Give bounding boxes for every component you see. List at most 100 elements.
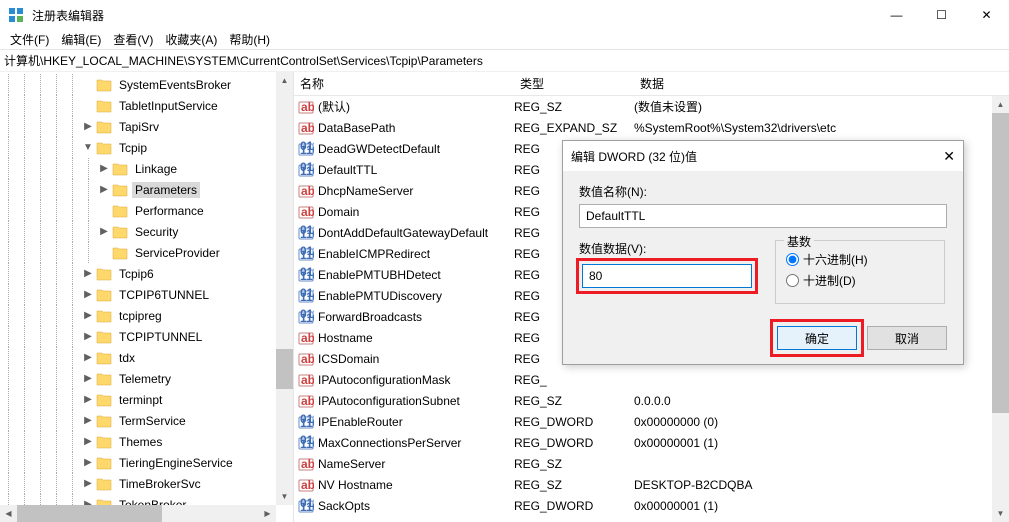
dialog-title: 编辑 DWORD (32 位)值 — [571, 148, 915, 165]
tree-label: Security — [132, 224, 181, 240]
value-data: (数值未设置) — [634, 98, 1009, 115]
tree-item[interactable]: ▶TieringEngineService — [0, 452, 293, 473]
svg-text:110: 110 — [300, 416, 314, 430]
tree-item[interactable]: ▶TapiSrv — [0, 116, 293, 137]
expand-icon[interactable]: ▶ — [80, 455, 96, 471]
tree-item[interactable]: TabletInputService — [0, 95, 293, 116]
expand-icon[interactable]: ▶ — [80, 266, 96, 282]
col-name[interactable]: 名称 — [294, 75, 514, 92]
svg-text:ab: ab — [301, 184, 314, 198]
tree-item[interactable]: ▶TCPIPTUNNEL — [0, 326, 293, 347]
tree-hscrollbar[interactable]: ◀ ▶ — [0, 505, 276, 522]
value-name: IPAutoconfigurationSubnet — [318, 394, 514, 408]
expand-icon[interactable]: ▶ — [80, 119, 96, 135]
scroll-down-icon[interactable]: ▼ — [276, 488, 293, 505]
value-name: ICSDomain — [318, 352, 514, 366]
col-type[interactable]: 类型 — [514, 75, 634, 92]
tree-label: Performance — [132, 203, 207, 219]
menu-item[interactable]: 查看(V) — [107, 29, 159, 50]
list-row[interactable]: ab(默认)REG_SZ(数值未设置) — [294, 96, 1009, 117]
tree-item[interactable]: ▶ tdx — [0, 347, 293, 368]
expand-icon[interactable]: ▶ — [80, 329, 96, 345]
tree-label: tdx — [116, 350, 138, 366]
tree-item[interactable]: ▶tcpipreg — [0, 305, 293, 326]
minimize-button[interactable]: — — [874, 0, 919, 30]
scroll-down-icon[interactable]: ▼ — [992, 505, 1009, 522]
tree-item[interactable]: ▶Tcpip6 — [0, 263, 293, 284]
expand-icon[interactable]: ▶ — [80, 434, 96, 450]
tree-item[interactable]: ▶Themes — [0, 431, 293, 452]
list-vscrollbar[interactable]: ▲ ▼ — [992, 96, 1009, 522]
tree-item[interactable]: ▶Telemetry — [0, 368, 293, 389]
list-row[interactable]: 011110IPEnableRouterREG_DWORD0x00000000 … — [294, 411, 1009, 432]
close-button[interactable]: ✕ — [964, 0, 1009, 30]
window-title: 注册表编辑器 — [32, 7, 874, 24]
scroll-up-icon[interactable]: ▲ — [276, 72, 293, 89]
tree-label: TermService — [116, 413, 189, 429]
tree-item[interactable]: SystemEventsBroker — [0, 74, 293, 95]
value-name-field[interactable] — [579, 204, 947, 228]
list-row[interactable]: abNameServerREG_SZ — [294, 453, 1009, 474]
svg-text:ab: ab — [301, 205, 314, 219]
list-row[interactable]: abDataBasePathREG_EXPAND_SZ%SystemRoot%\… — [294, 117, 1009, 138]
tree-label: SystemEventsBroker — [116, 77, 234, 93]
expand-icon[interactable]: ▶ — [80, 371, 96, 387]
svg-text:110: 110 — [300, 248, 314, 262]
maximize-button[interactable]: ☐ — [919, 0, 964, 30]
value-data: 0.0.0.0 — [634, 394, 1009, 408]
tree-label: TabletInputService — [116, 98, 221, 114]
dialog-titlebar[interactable]: 编辑 DWORD (32 位)值 ✕ — [563, 141, 963, 171]
svg-text:110: 110 — [300, 227, 314, 241]
menu-item[interactable]: 收藏夹(A) — [159, 29, 223, 50]
tree-item[interactable]: ▶Linkage — [0, 158, 293, 179]
expand-icon[interactable]: ▶ — [80, 308, 96, 324]
tree-item[interactable]: ▶TCPIP6TUNNEL — [0, 284, 293, 305]
menu-item[interactable]: 帮助(H) — [223, 29, 276, 50]
scroll-right-icon[interactable]: ▶ — [259, 505, 276, 522]
addressbar[interactable]: 计算机\HKEY_LOCAL_MACHINE\SYSTEM\CurrentCon… — [0, 50, 1009, 72]
tree-item[interactable]: ▶ Security — [0, 221, 293, 242]
value-name: MaxConnectionsPerServer — [318, 436, 514, 450]
collapse-icon[interactable]: ▼ — [80, 140, 96, 156]
menu-item[interactable]: 编辑(E) — [55, 29, 107, 50]
tree-item[interactable]: ▼ Tcpip — [0, 137, 293, 158]
dialog-close-icon[interactable]: ✕ — [915, 148, 955, 165]
cancel-button[interactable]: 取消 — [867, 326, 947, 350]
expand-icon[interactable]: ▶ — [96, 182, 112, 198]
tree-item[interactable]: ▶terminpt — [0, 389, 293, 410]
tree-item[interactable]: Performance — [0, 200, 293, 221]
expand-icon[interactable]: ▶ — [80, 413, 96, 429]
expand-icon[interactable]: ▶ — [80, 287, 96, 303]
tree-item[interactable]: ▶ TermService — [0, 410, 293, 431]
expand-icon[interactable]: ▶ — [80, 350, 96, 366]
scroll-up-icon[interactable]: ▲ — [992, 96, 1009, 113]
value-data: 0x00000001 (1) — [634, 499, 1009, 513]
list-row[interactable]: abNV HostnameREG_SZDESKTOP-B2CDQBA — [294, 474, 1009, 495]
radix-dec-radio[interactable]: 十进制(D) — [786, 272, 934, 289]
ok-button[interactable]: 确定 — [777, 326, 857, 350]
svg-text:ab: ab — [301, 100, 314, 114]
list-row[interactable]: 011110MaxConnectionsPerServerREG_DWORD0x… — [294, 432, 1009, 453]
expand-icon[interactable]: ▶ — [80, 392, 96, 408]
expand-icon[interactable]: ▶ — [96, 161, 112, 177]
tree-item[interactable]: ▶ Parameters — [0, 179, 293, 200]
col-data[interactable]: 数据 — [634, 75, 1009, 92]
tree-label: Parameters — [132, 182, 200, 198]
menu-item[interactable]: 文件(F) — [4, 29, 55, 50]
expand-icon[interactable]: ▶ — [96, 224, 112, 240]
value-data-field[interactable] — [582, 264, 752, 288]
value-name: DeadGWDetectDefault — [318, 142, 514, 156]
scroll-left-icon[interactable]: ◀ — [0, 505, 17, 522]
tree-item[interactable]: ServiceProvider — [0, 242, 293, 263]
tree-label: Tcpip — [116, 140, 150, 156]
menubar: 文件(F)编辑(E)查看(V)收藏夹(A)帮助(H) — [0, 30, 1009, 50]
list-row[interactable]: abIPAutoconfigurationSubnetREG_SZ0.0.0.0 — [294, 390, 1009, 411]
tree-item[interactable]: ▶TimeBrokerSvc — [0, 473, 293, 494]
list-row[interactable]: abIPAutoconfigurationMaskREG_ — [294, 369, 1009, 390]
radix-hex-radio[interactable]: 十六进制(H) — [786, 251, 934, 268]
value-name: NameServer — [318, 457, 514, 471]
expand-icon[interactable]: ▶ — [80, 476, 96, 492]
value-name: IPEnableRouter — [318, 415, 514, 429]
list-row[interactable]: 011110SackOptsREG_DWORD0x00000001 (1) — [294, 495, 1009, 516]
tree-vscrollbar[interactable]: ▲ ▼ — [276, 72, 293, 505]
